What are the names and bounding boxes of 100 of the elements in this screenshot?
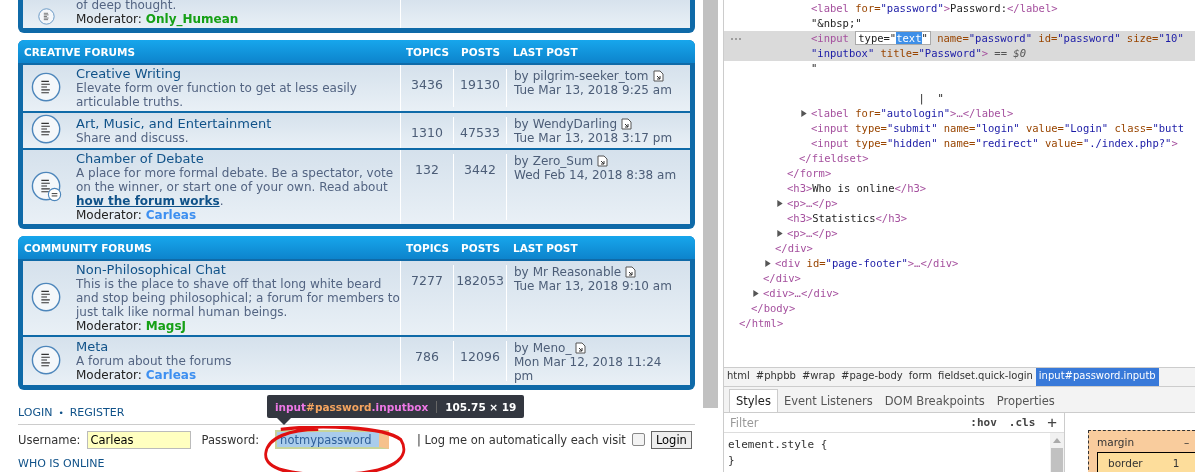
dom-node-row[interactable]: " | ": [724, 61, 1195, 106]
document-icon[interactable]: [597, 155, 609, 167]
collapsed-arrow-icon[interactable]: [800, 109, 808, 118]
dom-node-row[interactable]: <div>…</div>: [724, 286, 1195, 301]
dom-node-row[interactable]: </div>: [724, 241, 1195, 256]
dom-line: <div>…</div>: [763, 286, 839, 301]
login-link[interactable]: LOGIN: [18, 406, 53, 419]
dom-line: <p>…</p>: [787, 196, 838, 211]
username-field[interactable]: Carleas: [86, 430, 191, 449]
forum-icon: [31, 170, 63, 203]
toolbar-button[interactable]: .cls: [1005, 416, 1039, 429]
breadcrumb-item[interactable]: fieldset.quick-login: [935, 368, 1036, 386]
panel-tab[interactable]: Properties: [990, 390, 1061, 412]
dom-line: <input type="submit" name="login" value="Login" class="butt: [811, 121, 1185, 136]
forum-name[interactable]: Meta: [76, 339, 232, 354]
forum-name[interactable]: Creative Writing: [76, 66, 400, 81]
post-count: 182053: [456, 273, 504, 288]
dom-node-row[interactable]: <label for="password">Password:</label>: [724, 1, 1195, 16]
user-link[interactable]: WendyDarling: [532, 117, 617, 131]
column-header: TOPICS: [404, 45, 451, 58]
forum-description: of deep thought.: [76, 0, 178, 12]
dom-node-row[interactable]: <input type="text" name="password" id="password" size="10": [724, 31, 1195, 46]
dom-node-row[interactable]: </body>: [724, 301, 1195, 316]
dom-node-row[interactable]: <p>…</p>: [724, 196, 1195, 211]
by-label: by: [514, 69, 529, 83]
user-link[interactable]: Zero_Sum: [532, 154, 594, 168]
post-count: 12096: [460, 349, 500, 364]
dom-node-row[interactable]: <input type="submit" name="login" value="Login" class="butt: [724, 121, 1195, 136]
breadcrumb-item[interactable]: input#password.inputb: [1035, 368, 1159, 386]
dom-node-row[interactable]: <h3>Who is online</h3>: [724, 181, 1195, 196]
document-icon[interactable]: [625, 266, 637, 278]
toolbar-button[interactable]: +: [1044, 413, 1060, 432]
dom-line: </div>: [775, 241, 813, 256]
breadcrumb-item[interactable]: #phpbb: [752, 368, 799, 386]
topic-count: 3436: [411, 77, 443, 92]
dom-node-row[interactable]: </form>: [724, 166, 1195, 181]
dom-line: <label for="autologin">…</label>: [811, 106, 1014, 121]
autologin-checkbox[interactable]: [631, 433, 645, 446]
size-text: 105.75 × 19: [444, 400, 517, 413]
dom-node-row[interactable]: </fieldset>: [724, 151, 1195, 166]
forum-name[interactable]: Art, Music, and Entertainment: [76, 115, 272, 131]
box-value: 1: [1172, 457, 1180, 469]
dom-node-row[interactable]: <label for="autologin">…</label>: [724, 106, 1195, 121]
login-button[interactable]: Login: [650, 430, 692, 449]
document-icon[interactable]: [575, 342, 587, 354]
document-icon[interactable]: [621, 118, 632, 130]
forum-link[interactable]: how the forum works: [76, 194, 220, 208]
password-field[interactable]: notmypassword: [275, 430, 390, 449]
breadcrumb-item[interactable]: #wrap: [798, 368, 839, 386]
dom-line: <input type="hidden" name="redirect" value="./index.php?">: [811, 136, 1178, 151]
forum-name[interactable]: Chamber of Debate: [76, 151, 400, 166]
breadcrumb-item[interactable]: #page-body: [838, 368, 906, 386]
password-label: Password:: [201, 432, 260, 447]
dom-line: <input type="text" name="password" id="password" size="10": [811, 31, 1184, 46]
user-link[interactable]: Meno_: [532, 341, 572, 355]
panel-tab[interactable]: Event Listeners: [777, 390, 879, 412]
forum-icon: [31, 71, 63, 104]
dom-node-row[interactable]: "&nbsp;": [724, 16, 1195, 31]
by-label: by: [514, 341, 529, 355]
dom-line: " | ": [811, 61, 944, 106]
moderator-label: Moderator:: [76, 12, 142, 26]
dom-node-row[interactable]: </div>: [724, 271, 1195, 286]
register-link[interactable]: REGISTER: [69, 406, 125, 419]
dom-line: <h3>Statistics</h3>: [787, 211, 908, 226]
panel-tab[interactable]: DOM Breakpoints: [878, 390, 991, 412]
post-date: Tue Mar 13, 2018 9:25 am: [514, 83, 673, 97]
user-link[interactable]: Mr Reasonable: [532, 265, 622, 279]
dom-line: </div>: [763, 271, 801, 286]
panel-tab[interactable]: Styles: [729, 389, 778, 412]
forum-icon: [31, 281, 63, 314]
dom-node-row[interactable]: <input type="hidden" name="redirect" value="./index.php?">: [724, 136, 1195, 151]
dom-node-row[interactable]: "inputbox" title="Password"> == $0: [724, 46, 1195, 61]
toolbar-button[interactable]: :hov: [967, 416, 1000, 429]
post-count: 47533: [460, 125, 500, 140]
user-link[interactable]: pilgrim-seeker_tom: [532, 69, 649, 83]
forum-icon: [31, 344, 63, 377]
breadcrumb-item[interactable]: form: [905, 368, 936, 386]
dom-node-row[interactable]: <h3>Statistics</h3>: [724, 211, 1195, 226]
collapsed-arrow-icon[interactable]: [776, 199, 784, 208]
breadcrumb-item[interactable]: html: [724, 368, 753, 386]
post-date: Tue Mar 13, 2018 3:17 pm: [514, 131, 674, 145]
style-rule-line: }: [728, 453, 736, 469]
dom-node-row[interactable]: <p>…</p>: [724, 226, 1195, 241]
scrollbar-thumb[interactable]: [703, 0, 718, 408]
dom-node-row[interactable]: </html>: [724, 316, 1195, 331]
forum-description: This is the place to shave off that long white beard and stop being philosophical; a forum for members to just talk like normal human beings.: [76, 277, 400, 319]
by-label: by: [514, 154, 529, 168]
collapsed-arrow-icon[interactable]: [752, 289, 760, 298]
forum-description: A forum about the forums: [76, 354, 232, 368]
scrollbar[interactable]: [1050, 433, 1064, 472]
column-header: POSTS: [460, 45, 501, 58]
forum-name[interactable]: Non-Philosophical Chat: [76, 262, 400, 277]
separator-dot: •: [58, 407, 64, 418]
dom-node-row[interactable]: <div id="page-footer">…</div>: [724, 256, 1195, 271]
dom-line: <label for="password">Password:</label>: [811, 1, 1058, 16]
post-date: Wed Feb 14, 2018 8:38 am: [514, 168, 678, 182]
collapsed-arrow-icon[interactable]: [764, 259, 772, 268]
box-label: border: [1108, 457, 1143, 469]
collapsed-arrow-icon[interactable]: [776, 229, 784, 238]
document-icon[interactable]: [652, 70, 664, 82]
